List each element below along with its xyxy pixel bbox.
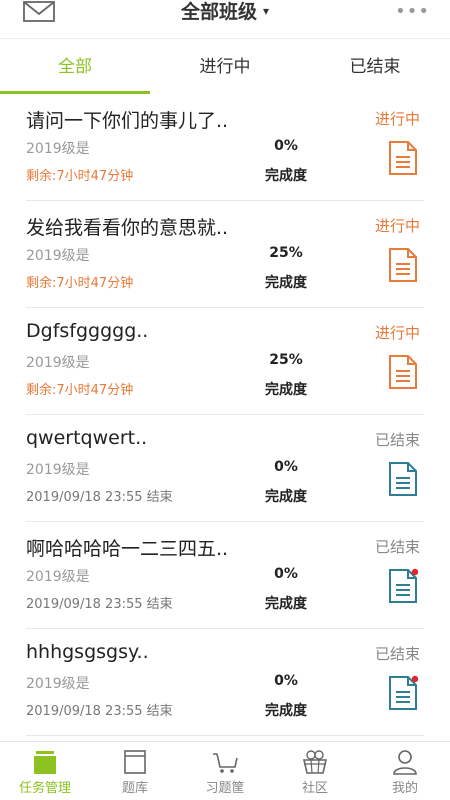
more-icon[interactable]: ••• [395,0,430,24]
tab-all[interactable]: 全部 [0,39,150,94]
document-icon [389,355,417,389]
completion-label: 完成度 [265,703,307,719]
tab-ended[interactable]: 已结束 [300,39,450,94]
task-folder-icon [34,751,56,774]
document-icon [389,675,418,710]
task-end-time: 2019/09/18 23:55 结束 [26,704,173,719]
nav-label: 任务管理 [18,781,71,796]
class-selector[interactable]: 全部班级 ▾ [0,0,450,26]
chevron-down-icon: ▾ [262,4,270,18]
unread-dot-icon [411,568,418,576]
nav-label: 习题筐 [205,781,245,796]
page-title: 全部班级 [180,1,257,23]
completion-percent: 25% [269,245,303,261]
task-item[interactable]: Dgfsfggggg.. 2019级是 剩余:7小时47分钟 25% 完成度 进… [26,308,424,415]
completion-percent: 0% [274,673,298,689]
completion-percent: 0% [274,566,298,582]
status-badge: 进行中 [374,110,420,128]
task-title: qwertqwert.. [26,427,148,449]
document-icon [389,141,417,175]
task-item[interactable]: hhhgsgsgsy.. 2019级是 2019/09/18 23:55 结束 … [26,629,424,736]
document-icon [389,248,417,282]
task-item[interactable]: 发给我看看你的意思就.. 2019级是 剩余:7小时47分钟 25% 完成度 进… [26,201,424,308]
task-class: 2019级是 [26,569,90,585]
document-icon [389,462,417,496]
completion-label: 完成度 [265,489,307,505]
completion-label: 完成度 [265,275,307,291]
task-item[interactable]: qwertqwert.. 2019级是 2019/09/18 23:55 结束 … [26,415,424,522]
task-class: 2019级是 [26,248,90,264]
task-title: Dgfsfggggg.. [26,320,149,342]
completion-percent: 25% [269,352,303,368]
nav-community[interactable]: 社区 [270,742,360,800]
top-bar: 全部班级 ▾ ••• [0,0,450,38]
status-badge: 已结束 [374,645,420,663]
completion-label: 完成度 [265,596,307,612]
completion-label: 完成度 [265,382,307,398]
nav-profile[interactable]: 我的 [360,742,450,800]
task-class: 2019级是 [26,676,90,692]
status-badge: 进行中 [374,217,420,235]
nav-task-management[interactable]: 任务管理 [0,742,90,800]
exercise-basket-icon [213,753,238,773]
task-end-time: 2019/09/18 23:55 结束 [26,490,173,505]
task-remaining-time: 剩余:7小时47分钟 [26,383,134,398]
profile-icon [393,750,417,775]
task-class: 2019级是 [26,355,90,371]
status-badge: 已结束 [374,538,420,556]
nav-label: 我的 [391,781,418,796]
nav-question-bank[interactable]: 题库 [90,742,180,800]
tab-ongoing[interactable]: 进行中 [150,39,300,94]
task-title: 发给我看看你的意思就.. [26,217,229,239]
bottom-nav: 任务管理 题库 习题筐 社区 我的 [0,741,450,800]
community-basket-icon [302,750,328,774]
nav-label: 社区 [301,781,328,796]
task-item[interactable]: 请问一下你们的事儿了.. 2019级是 剩余:7小时47分钟 0% 完成度 进行… [26,94,424,201]
question-bank-icon [124,750,146,774]
task-title: 啊哈哈哈哈一二三四五.. [26,538,229,560]
completion-percent: 0% [274,138,298,154]
task-list: 请问一下你们的事儿了.. 2019级是 剩余:7小时47分钟 0% 完成度 进行… [0,94,450,736]
task-class: 2019级是 [26,462,90,478]
nav-exercise-basket[interactable]: 习题筐 [180,742,270,800]
task-remaining-time: 剩余:7小时47分钟 [26,169,134,184]
document-icon [389,568,418,603]
task-class: 2019级是 [26,141,90,157]
task-remaining-time: 剩余:7小时47分钟 [26,276,134,291]
completion-label: 完成度 [265,168,307,184]
status-badge: 进行中 [374,324,420,342]
unread-dot-icon [411,675,418,683]
task-item[interactable]: 啊哈哈哈哈一二三四五.. 2019级是 2019/09/18 23:55 结束 … [26,522,424,629]
task-title: 请问一下你们的事儿了.. [26,110,229,132]
task-title: hhhgsgsgsy.. [26,641,149,663]
completion-percent: 0% [274,459,298,475]
nav-label: 题库 [121,781,148,796]
task-end-time: 2019/09/18 23:55 结束 [26,597,173,612]
status-badge: 已结束 [374,431,420,449]
filter-tabs: 全部 进行中 已结束 [0,38,450,94]
